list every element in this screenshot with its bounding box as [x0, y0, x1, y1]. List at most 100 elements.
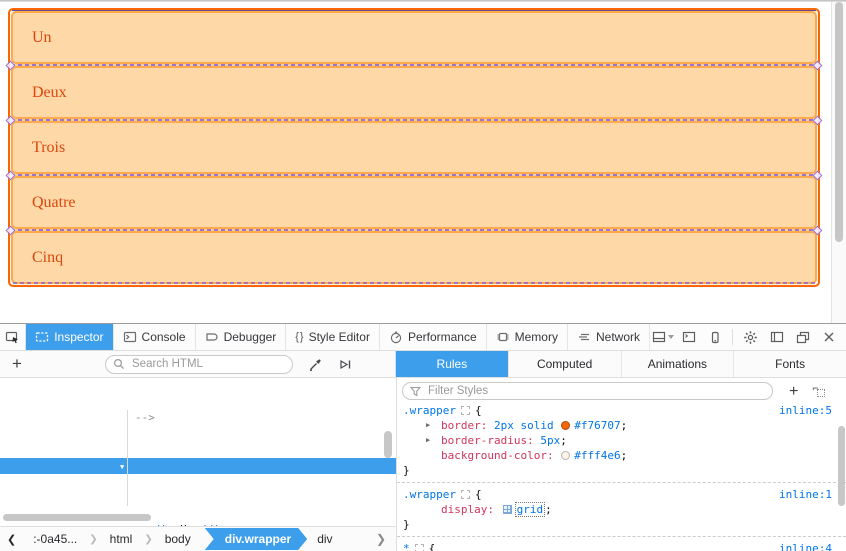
separate-window-button[interactable] [790, 325, 815, 349]
responsive-design-mode-button[interactable] [702, 325, 727, 349]
breadcrumb-item-div[interactable]: div [307, 532, 342, 546]
gear-icon [743, 330, 758, 345]
declaration-background-color[interactable]: background-color: #fff4e6; [403, 448, 846, 463]
breadcrumb-item-div-wrapper[interactable]: div.wrapper [205, 528, 307, 550]
property-name[interactable]: background-color [441, 449, 547, 462]
tree-vertical-scrollbar-thumb[interactable] [384, 431, 392, 458]
rules-scrollbar-thumb[interactable] [838, 426, 845, 506]
color-swatch[interactable] [561, 451, 570, 460]
tab-network[interactable]: Network [568, 324, 650, 350]
breadcrumb-separator-icon: ❯ [87, 534, 99, 545]
collapse-arrow-icon[interactable]: ▼ [120, 459, 124, 475]
page-scrollbar[interactable] [831, 2, 846, 323]
colon: : [527, 434, 534, 447]
selected-node-markup: <div class="wrapper"> [175, 491, 314, 504]
rule-separator [397, 482, 846, 483]
close-devtools-button[interactable] [816, 325, 841, 349]
network-icon [577, 331, 591, 343]
rule-source-link[interactable]: inline:4 [779, 541, 832, 551]
selector-highlighter-icon[interactable] [415, 544, 424, 551]
property-name[interactable]: border [441, 419, 481, 432]
breadcrumb-item-html[interactable]: html [100, 532, 143, 546]
colon: : [487, 503, 494, 516]
tab-rules[interactable]: Rules [396, 351, 509, 377]
page-scrollbar-thumb[interactable] [835, 2, 843, 242]
rule-selector-row[interactable]: .wrapper{ inline:5 [403, 403, 846, 418]
colon: : [547, 449, 554, 462]
tab-debugger[interactable]: Debugger [196, 324, 287, 350]
add-node-button[interactable]: + [2, 354, 32, 374]
pseudo-class-toggle-button[interactable]: ⌐ [812, 385, 825, 397]
rule-selector-row[interactable]: * { inline:4 [403, 541, 846, 551]
rule-selector[interactable]: .wrapper [403, 488, 456, 501]
tab-computed[interactable]: Computed [509, 351, 622, 377]
declaration-border[interactable]: ▶ border: 2px solid #f76707; [403, 418, 846, 433]
grid-value-badge[interactable]: grid [515, 502, 546, 517]
open-brace: { [475, 488, 482, 501]
tab-inspector[interactable]: Inspector [26, 324, 113, 350]
tab-performance[interactable]: Performance [380, 324, 487, 350]
rule-selector[interactable]: .wrapper [403, 404, 456, 417]
expand-arrow-icon[interactable]: ▶ [426, 433, 430, 448]
search-box[interactable] [105, 355, 293, 374]
breadcrumb-separator-icon: ❯ [142, 534, 154, 545]
filter-styles-input[interactable] [426, 384, 726, 398]
filter-icon [410, 386, 421, 397]
tree-horizontal-scrollbar-thumb[interactable] [3, 514, 151, 521]
rule-selector-row[interactable]: .wrapper { inline:1 [403, 487, 846, 502]
selector-highlighter-icon[interactable] [461, 490, 470, 499]
breadcrumb-scroll-left-icon[interactable]: ❮ [0, 533, 23, 546]
performance-icon [389, 331, 403, 344]
dock-options-caret-icon [668, 335, 674, 339]
eyedropper-button[interactable] [308, 357, 323, 372]
pane-toggle-button[interactable] [338, 358, 353, 371]
declaration-display[interactable]: display: grid; [403, 502, 846, 517]
filter-styles-box[interactable] [402, 382, 773, 400]
dock-options-icon [652, 331, 666, 343]
pane-toggle-icon [338, 358, 353, 371]
rules-list: .wrapper{ inline:5 ▶ border: 2px solid #… [397, 401, 846, 551]
grid-highlighter-icon[interactable] [503, 505, 512, 514]
breadcrumb-scroll-right-icon[interactable]: ❯ [369, 532, 396, 546]
html-tree-panel: --> ▼ <div class="wrapper"> <div>Un</div… [0, 378, 396, 527]
selector-highlighter-icon[interactable] [461, 406, 470, 415]
property-name[interactable]: display [441, 503, 487, 516]
open-brace: { [429, 542, 436, 551]
tab-memory[interactable]: Memory [487, 324, 568, 350]
tree-node-wrapper-selected[interactable]: ▼ <div class="wrapper"> [0, 458, 396, 474]
property-value[interactable]: 2px solid [494, 419, 560, 432]
property-name[interactable]: border-radius [441, 434, 527, 447]
dock-options-button[interactable] [650, 325, 675, 349]
split-console-button[interactable] [676, 325, 701, 349]
property-value[interactable]: #fff4e6 [574, 449, 620, 462]
add-rule-button[interactable]: + [789, 384, 798, 399]
color-swatch[interactable] [561, 421, 570, 430]
grid-cell: Trois [11, 121, 817, 174]
sidebar-toggle-button[interactable] [764, 325, 789, 349]
tab-fonts[interactable]: Fonts [734, 351, 846, 377]
breadcrumb-item-id[interactable]: :-0a45... [23, 532, 87, 546]
pick-element-button[interactable] [0, 324, 26, 350]
property-value[interactable]: 5px [540, 434, 560, 447]
split-console-icon [682, 331, 696, 343]
breadcrumb-item-body[interactable]: body [155, 532, 201, 546]
memory-icon [496, 331, 510, 343]
tab-label: Animations [648, 357, 707, 371]
tab-animations[interactable]: Animations [622, 351, 735, 377]
plus-icon: + [789, 383, 798, 400]
tree-node-comment-end[interactable]: --> [0, 410, 396, 426]
search-input[interactable] [130, 357, 270, 371]
expand-arrow-icon[interactable]: ▶ [426, 418, 430, 433]
settings-button[interactable] [738, 325, 763, 349]
grid-cell: Un [11, 11, 817, 64]
grid-cell-label: Quatre [32, 194, 76, 212]
inspector-icon [35, 331, 49, 343]
rule-selector[interactable]: * [403, 542, 410, 551]
tab-style-editor[interactable]: { } Style Editor [286, 324, 380, 350]
rule-source-link[interactable]: inline:1 [779, 487, 832, 502]
rule-source-link[interactable]: inline:5 [779, 403, 832, 418]
property-value[interactable]: #f76707 [574, 419, 620, 432]
semicolon: ; [621, 419, 628, 432]
declaration-border-radius[interactable]: ▶ border-radius: 5px; [403, 433, 846, 448]
tab-console[interactable]: Console [114, 324, 196, 350]
